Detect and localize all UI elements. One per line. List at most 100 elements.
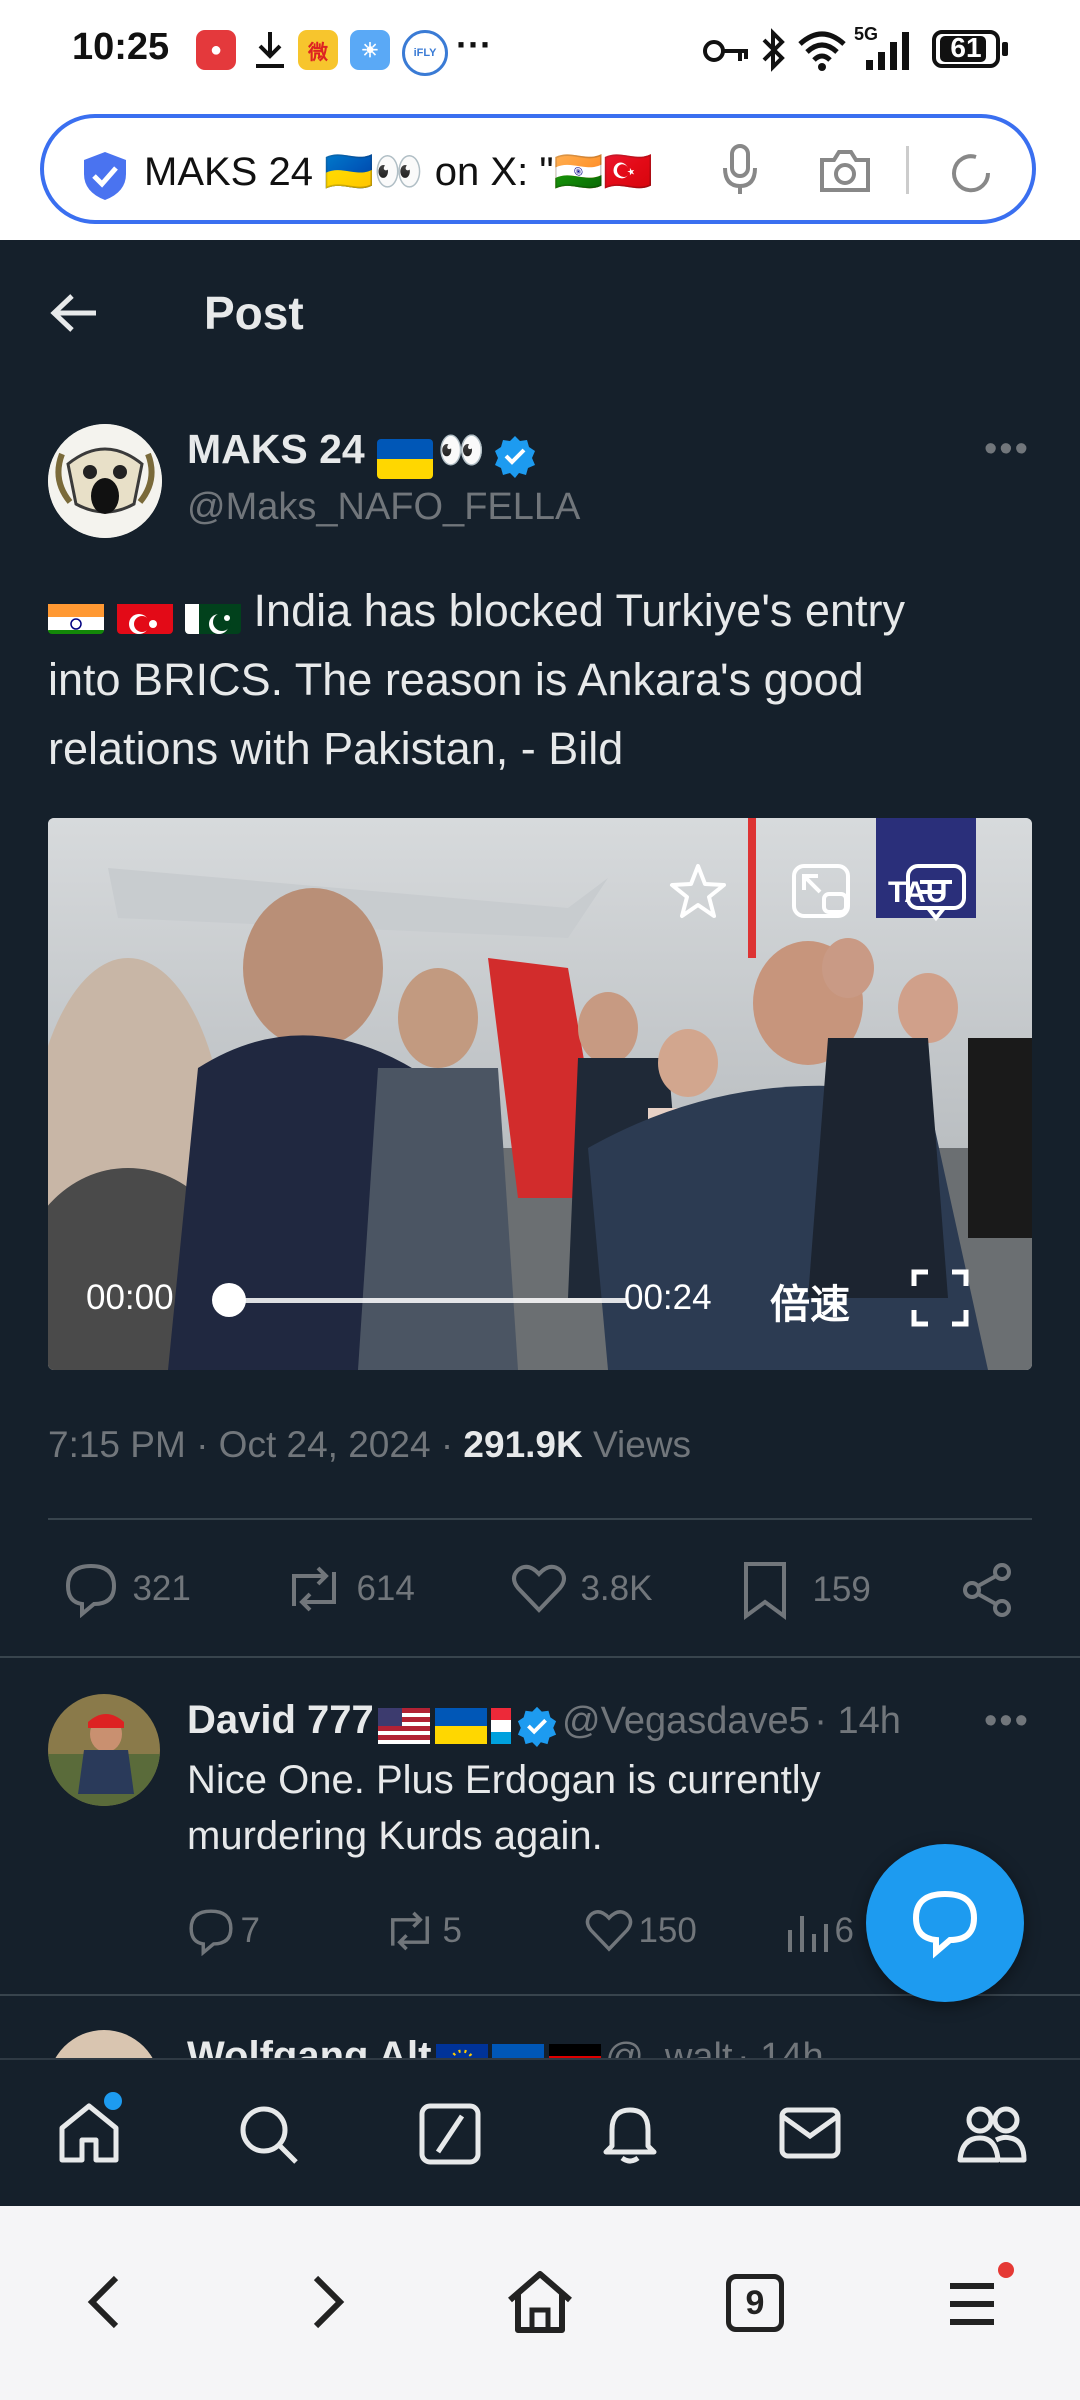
menu-notification-dot	[998, 2262, 1014, 2278]
reply-avatar[interactable]	[48, 2030, 160, 2058]
reply-avatar[interactable]	[48, 1694, 160, 1806]
download-icon	[250, 28, 290, 77]
x-tab-bar	[0, 2058, 1080, 2208]
video-player[interactable]: TAU 00:00 00:24 倍速	[48, 818, 1032, 1370]
fullscreen-icon[interactable]	[910, 1268, 970, 1333]
reply-button[interactable]: 321	[62, 1560, 191, 1619]
post-text-line1-row: India has blocked Turkiye's entry	[48, 576, 1038, 645]
views-count: 291.9K	[463, 1424, 583, 1465]
video-duration: 00:24	[624, 1278, 712, 1317]
reply-header: Wolfgang Alt @_walt · 14h	[187, 2034, 824, 2058]
favorite-star-icon[interactable]	[666, 860, 730, 929]
home-icon[interactable]	[56, 2100, 122, 2171]
compose-reply-button[interactable]	[866, 1844, 1024, 2002]
reply-views-button[interactable]: 6	[784, 1906, 854, 1956]
reply-item[interactable]: Wolfgang Alt @_walt · 14h	[0, 1996, 1080, 2058]
eyes-emoji-icon: 👀	[437, 430, 485, 472]
tabs-count-button[interactable]: 9	[726, 2274, 784, 2332]
reply-text-line1: Nice One. Plus Erdogan is currently	[187, 1758, 821, 1802]
india-flag-icon	[48, 594, 104, 635]
reply-repost-button[interactable]: 5	[382, 1906, 462, 1956]
reply-handle[interactable]: @_walt	[605, 2036, 732, 2058]
eu-flag-icon	[435, 2044, 488, 2058]
author-name-row[interactable]: MAKS 24 👀	[187, 426, 537, 483]
video-progress-track[interactable]	[228, 1298, 628, 1303]
ifly-icon: iFLY	[402, 30, 448, 76]
reply-time: · 14h	[736, 2036, 824, 2058]
camera-icon[interactable]	[818, 148, 872, 199]
reply-author-name[interactable]: Wolfgang Alt	[187, 2034, 431, 2058]
repost-icon	[292, 1566, 336, 1612]
post-meta: 7:15 PM · Oct 24, 2024 · 291.9K Views	[48, 1424, 691, 1466]
grok-icon[interactable]	[418, 2102, 482, 2171]
wifi-icon	[796, 28, 848, 77]
battery-level: 61	[950, 32, 982, 63]
like-button[interactable]: 3.8K	[510, 1560, 652, 1618]
signal-icon	[856, 28, 918, 77]
browser-forward-icon[interactable]	[308, 2272, 348, 2337]
video-frame	[48, 818, 1032, 1370]
bookmark-icon	[744, 1562, 786, 1620]
post-header: Post	[0, 240, 1080, 390]
weibo-icon: 微	[298, 30, 338, 70]
reply-more-icon[interactable]: •••	[984, 1700, 1030, 1743]
bookmark-button[interactable]: 159	[738, 1560, 871, 1620]
reply-reply-button[interactable]: 7	[186, 1906, 260, 1957]
heart-icon	[512, 1564, 566, 1613]
reload-icon[interactable]	[946, 148, 996, 203]
repost-button[interactable]: 614	[282, 1560, 415, 1618]
divider	[0, 1656, 1080, 1658]
views-chart-icon	[788, 1916, 828, 1952]
picture-in-picture-icon[interactable]	[790, 860, 854, 929]
reply-like-button[interactable]: 150	[584, 1906, 697, 1956]
notifications-bell-icon[interactable]	[598, 2100, 662, 2171]
reply-time: · 14h	[814, 1700, 901, 1742]
reply-text: Nice One. Plus Erdogan is currently murd…	[187, 1752, 821, 1864]
page-title: Post	[204, 287, 304, 339]
playback-speed-button[interactable]: 倍速	[770, 1272, 850, 1330]
reply-count: 321	[132, 1569, 191, 1608]
shield-icon	[82, 150, 128, 207]
author-handle[interactable]: @Maks_NAFO_FELLA	[187, 486, 580, 529]
search-icon[interactable]	[236, 2102, 300, 2171]
author-avatar[interactable]	[48, 424, 162, 538]
ukraine-flag-icon	[377, 438, 434, 479]
post-more-icon[interactable]: •••	[984, 428, 1030, 471]
reply-author-name[interactable]: David 777	[187, 1698, 374, 1742]
bluetooth-icon	[760, 28, 786, 77]
video-progress-handle[interactable]	[212, 1283, 246, 1317]
author-name[interactable]: MAKS 24	[187, 426, 365, 472]
browser-back-icon[interactable]	[84, 2272, 124, 2337]
ukraine-flag-icon	[492, 2044, 545, 2058]
verified-badge-icon	[516, 1705, 558, 1752]
post-timestamp: 7:15 PM · Oct 24, 2024 ·	[48, 1424, 464, 1465]
bookmark-count: 159	[812, 1570, 871, 1609]
battery-icon: 61	[932, 30, 1000, 68]
url-separator	[906, 146, 909, 194]
address-bar[interactable]: MAKS 24 🇺🇦👀 on X: "🇮🇳🇹🇷	[40, 114, 1036, 224]
browser-home-icon[interactable]	[504, 2268, 576, 2341]
danmaku-icon[interactable]	[904, 860, 968, 929]
repost-count: 614	[356, 1569, 415, 1608]
pakistan-flag-icon	[185, 594, 242, 635]
verified-badge-icon	[493, 434, 537, 483]
share-icon[interactable]	[960, 1562, 1016, 1623]
messages-icon[interactable]	[778, 2106, 842, 2165]
reply-text-line2: murdering Kurds again.	[187, 1814, 603, 1858]
back-arrow-icon[interactable]	[48, 290, 100, 341]
microphone-icon[interactable]	[720, 142, 760, 203]
reply-icon	[65, 1563, 117, 1619]
weather-icon: ☀	[350, 30, 390, 70]
communities-icon[interactable]	[956, 2100, 1028, 2171]
reply-bubble-icon	[912, 1890, 978, 1959]
status-time: 10:25	[72, 26, 170, 68]
heart-icon	[585, 1910, 633, 1952]
ukraine-flag-icon	[434, 1708, 487, 1749]
post-text-line1: India has blocked Turkiye's entry	[253, 585, 905, 636]
browser-menu-icon[interactable]	[946, 2278, 998, 2335]
reply-handle[interactable]: @Vegasdave5	[562, 1700, 810, 1742]
address-text[interactable]: MAKS 24 🇺🇦👀 on X: "🇮🇳🇹🇷	[144, 148, 653, 195]
post-text: India has blocked Turkiye's entry into B…	[48, 576, 1038, 783]
reply-views-count: 6	[834, 1911, 854, 1950]
key-icon	[702, 34, 752, 73]
